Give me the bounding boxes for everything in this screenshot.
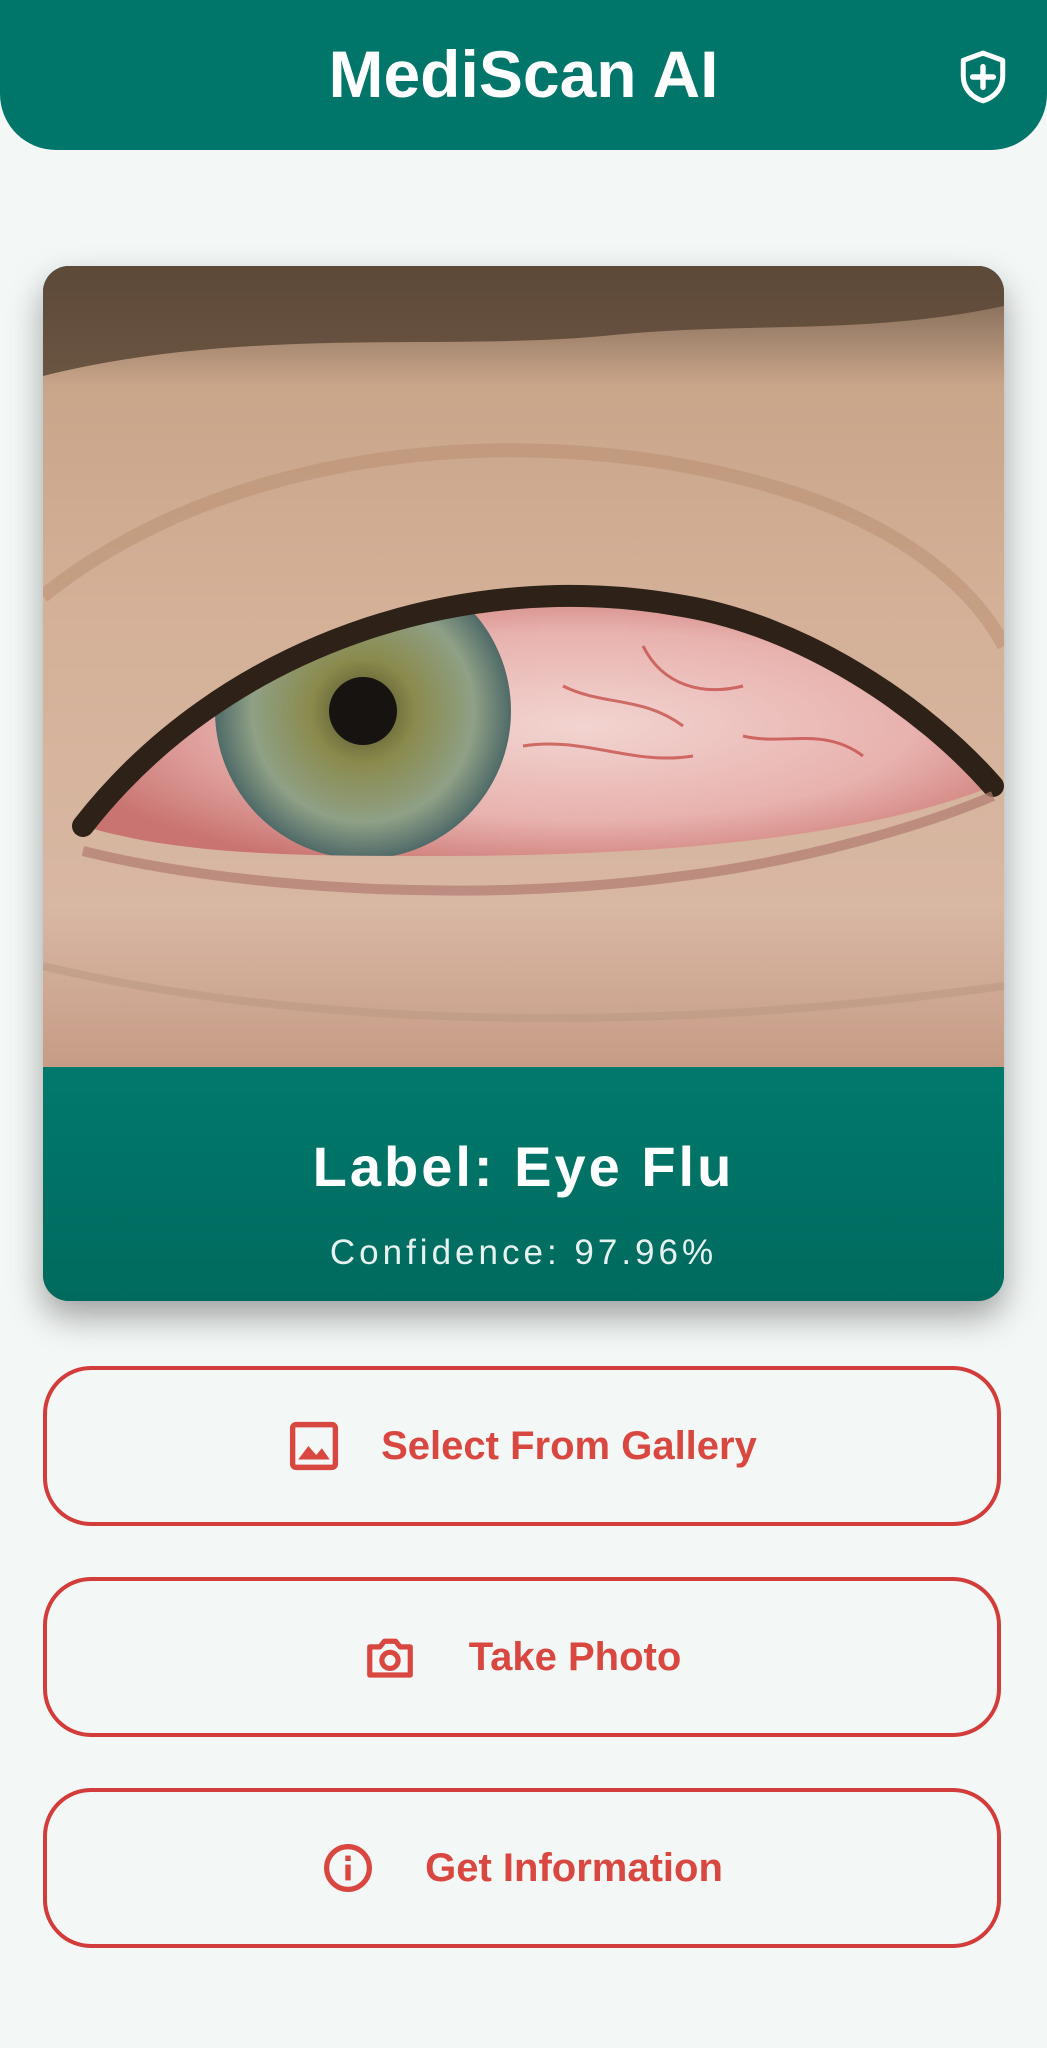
select-from-gallery-button[interactable]: Select From Gallery [43,1366,1001,1526]
confidence-text: Confidence: 97.96% [329,1233,718,1272]
result-panel: Label: Eye Flu Confidence: 97.96% [43,1067,1004,1301]
app-title: MediScan AI [328,37,719,111]
app-bar: MediScan AI [0,0,1047,150]
image-icon [290,1421,339,1471]
select-from-gallery-label: Select From Gallery [381,1423,757,1468]
take-photo-label: Take Photo [468,1634,682,1679]
shield-plus-icon[interactable] [958,50,1008,104]
get-information-button[interactable]: Get Information [43,1788,1001,1948]
info-icon [324,1844,373,1892]
get-information-label: Get Information [425,1845,723,1890]
take-photo-button[interactable]: Take Photo [43,1577,1001,1737]
camera-icon [366,1638,413,1678]
result-card: Label: Eye Flu Confidence: 97.96% [43,266,1004,1301]
eye-photo [43,266,1004,1067]
prediction-label: Label: Eye Flu [312,1135,735,1198]
